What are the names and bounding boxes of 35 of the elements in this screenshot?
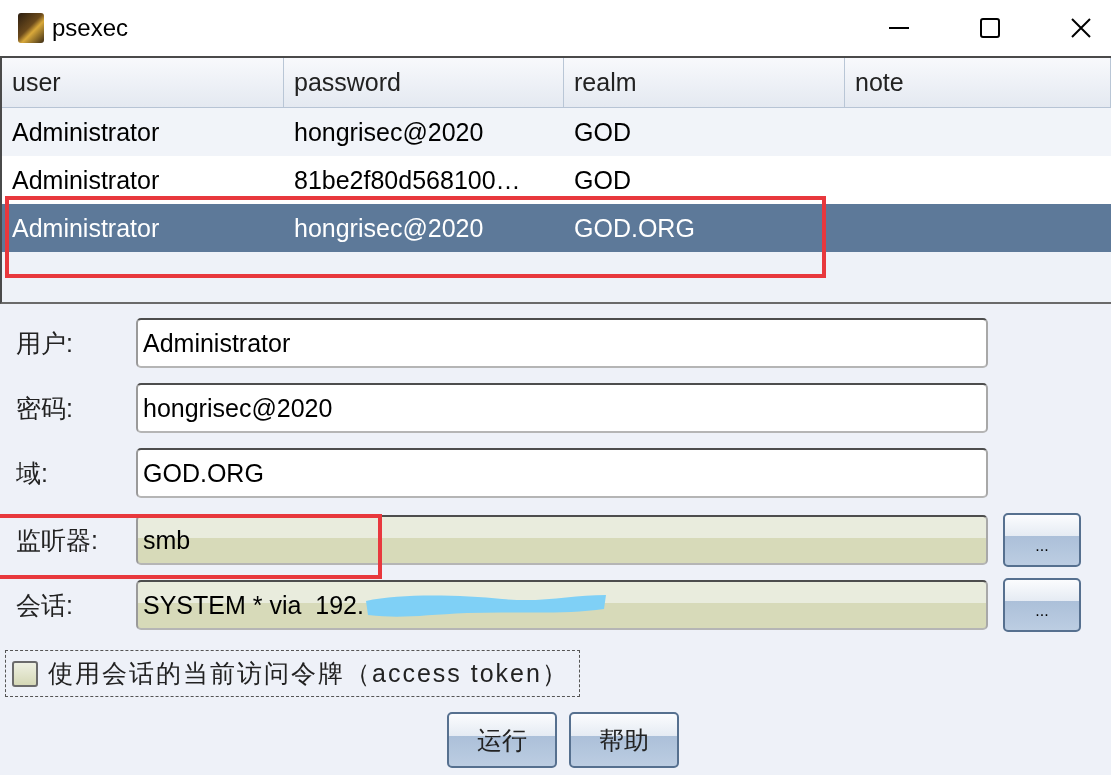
table-cell-text: hongrisec@2020 xyxy=(293,212,485,244)
checkbox-option[interactable]: 使用会话的当前访问令牌（access token） xyxy=(5,650,580,697)
column-header[interactable]: note xyxy=(845,58,1111,107)
close-icon[interactable] xyxy=(1071,18,1091,38)
table-cell-text: GOD.ORG xyxy=(573,212,696,244)
input-field[interactable]: SYSTEM * via 192. xyxy=(136,580,988,630)
browse-button[interactable]: ... xyxy=(1003,578,1081,632)
column-header[interactable]: realm xyxy=(564,58,845,107)
app-icon xyxy=(18,13,44,43)
input-field[interactable]: GOD.ORG xyxy=(136,448,988,498)
table-cell-text: Administrator xyxy=(11,164,161,196)
window-title: psexec xyxy=(52,14,129,42)
table-cell-text: Administrator xyxy=(11,212,161,244)
dialog-button[interactable]: 运行 xyxy=(447,712,557,768)
table-cell-text: 81be2f80d568100… xyxy=(293,164,522,196)
table-cell-text: GOD xyxy=(573,164,632,196)
field-label: 监听器: xyxy=(16,524,99,556)
field-label: 会话: xyxy=(16,589,74,621)
field-label: 密码: xyxy=(16,392,74,424)
browse-button[interactable]: ... xyxy=(1003,513,1081,567)
column-header[interactable]: password xyxy=(284,58,564,107)
field-label: 用户: xyxy=(16,327,74,359)
table-row[interactable]: Administrator 81be2f80d568100… GOD xyxy=(2,156,1111,204)
table-cell-text: Administrator xyxy=(11,116,161,148)
input-field[interactable]: Administrator xyxy=(136,318,988,368)
checkbox-label: 使用会话的当前访问令牌（access token） xyxy=(48,658,569,689)
column-header[interactable]: user xyxy=(2,58,284,107)
table-cell-text: hongrisec@2020 xyxy=(293,116,485,148)
field-label: 域: xyxy=(16,457,49,489)
table-cell-text: GOD xyxy=(573,116,632,148)
checkbox[interactable] xyxy=(12,660,38,687)
dialog-button[interactable]: 帮助 xyxy=(569,712,679,768)
maximize-icon[interactable] xyxy=(980,18,1000,38)
input-field[interactable]: hongrisec@2020 xyxy=(136,383,988,433)
input-field[interactable]: smb xyxy=(136,515,988,565)
